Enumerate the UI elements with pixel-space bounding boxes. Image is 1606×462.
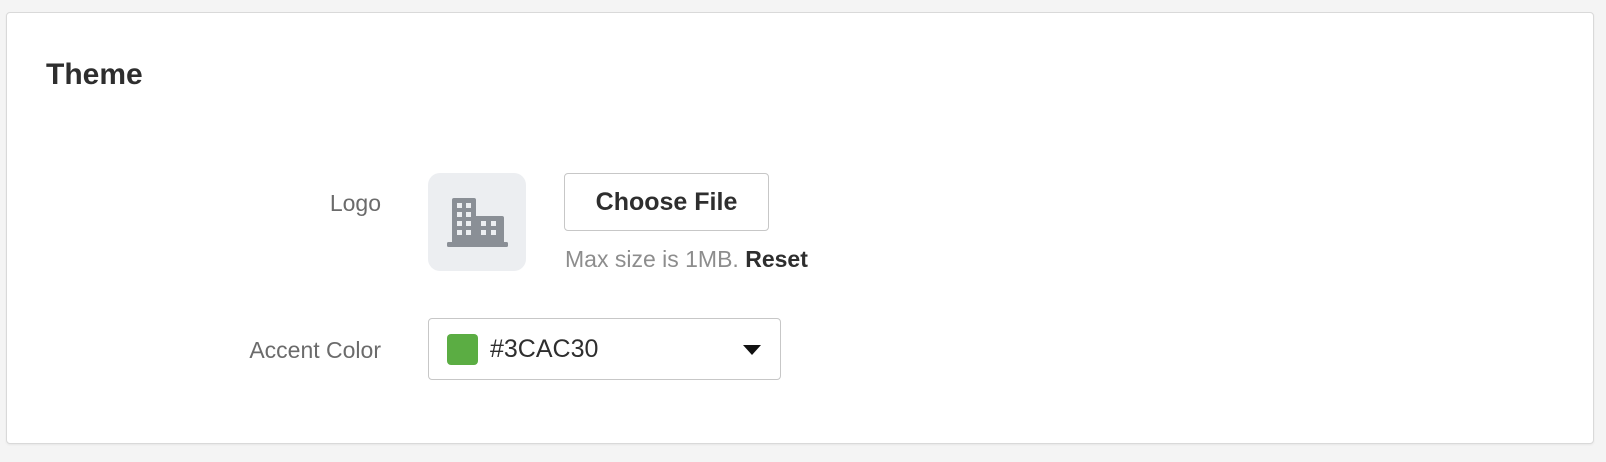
reset-logo-link[interactable]: Reset [745, 246, 808, 272]
accent-color-select[interactable]: #3CAC30 [428, 318, 781, 380]
file-size-hint-text: Max size is 1MB. [565, 246, 739, 272]
color-swatch [447, 334, 478, 365]
caret-down-icon [743, 345, 761, 355]
accent-color-value: #3CAC30 [490, 335, 599, 363]
choose-file-button[interactable]: Choose File [564, 173, 769, 231]
building-icon [446, 196, 508, 248]
file-size-hint: Max size is 1MB. Reset [565, 244, 808, 274]
logo-preview [428, 173, 526, 271]
logo-label: Logo [329, 190, 381, 216]
accent-color-label: Accent Color [249, 337, 381, 363]
theme-settings-card: Theme Logo Choose File Max size is 1MB. … [6, 12, 1594, 444]
section-title: Theme [46, 58, 143, 91]
